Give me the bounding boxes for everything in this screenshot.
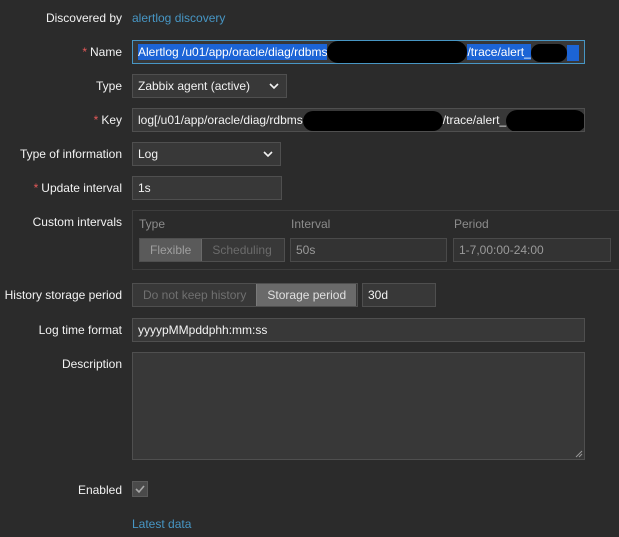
history-storage-label: History storage period bbox=[4, 288, 122, 302]
type-select[interactable]: Zabbix agent (active) bbox=[132, 74, 287, 98]
type-label: Type bbox=[95, 79, 122, 93]
redaction-mark bbox=[302, 110, 443, 131]
type-select-value: Zabbix agent (active) bbox=[138, 79, 251, 93]
update-interval-label-text: Update interval bbox=[41, 181, 122, 195]
type-of-information-value: Log bbox=[138, 147, 159, 161]
log-time-format-input[interactable]: yyyypMMpddphh:mm:ss bbox=[132, 318, 585, 342]
name-selection-tail bbox=[566, 44, 579, 61]
chevron-down-icon bbox=[263, 151, 273, 158]
ci-type-flexible[interactable]: Flexible bbox=[140, 239, 203, 261]
ci-period-input[interactable]: 1-7,00:00-24:00 bbox=[453, 238, 611, 262]
ci-header-type: Type bbox=[139, 217, 166, 231]
name-input[interactable]: Alertlog /u01/app/oracle/diag/rdbms/trac… bbox=[132, 40, 585, 64]
name-value-middle: /trace/alert_ bbox=[467, 44, 531, 60]
log-time-format-label: Log time format bbox=[38, 323, 122, 337]
ci-type-scheduling[interactable]: Scheduling bbox=[202, 239, 281, 261]
key-input[interactable]: log[/u01/app/oracle/diag/rdbms/trace/ale… bbox=[132, 108, 585, 132]
description-textarea[interactable] bbox=[132, 352, 585, 460]
enabled-label: Enabled bbox=[77, 483, 122, 497]
key-label: * Key bbox=[94, 113, 122, 127]
custom-intervals-label: Custom intervals bbox=[32, 215, 122, 229]
key-value-prefix: log[/u01/app/oracle/diag/rdbms bbox=[138, 113, 303, 127]
checkmark-icon bbox=[135, 485, 145, 494]
history-do-not-keep[interactable]: Do not keep history bbox=[133, 284, 256, 306]
key-label-text: Key bbox=[101, 113, 122, 127]
ci-header-interval: Interval bbox=[291, 217, 331, 231]
key-value-middle: /trace/alert_ bbox=[442, 113, 507, 127]
redaction-mark bbox=[506, 109, 584, 131]
discovered-by-link[interactable]: alertlog discovery bbox=[132, 11, 225, 25]
latest-data-link[interactable]: Latest data bbox=[132, 517, 191, 531]
ci-header-period: Period bbox=[454, 217, 489, 231]
update-interval-input[interactable]: 1s bbox=[132, 176, 282, 200]
history-storage-input[interactable]: 30d bbox=[362, 283, 436, 307]
resize-grip-icon[interactable] bbox=[575, 450, 583, 458]
type-of-information-select[interactable]: Log bbox=[132, 142, 281, 166]
description-label: Description bbox=[61, 357, 122, 371]
ci-type-toggle[interactable]: Flexible Scheduling bbox=[139, 238, 285, 262]
enabled-checkbox[interactable] bbox=[132, 481, 148, 497]
redaction-mark bbox=[327, 41, 468, 63]
required-marker: * bbox=[33, 181, 39, 195]
redaction-mark bbox=[530, 43, 567, 62]
name-label: * Name bbox=[82, 45, 122, 59]
type-of-information-label: Type of information bbox=[19, 147, 122, 161]
name-label-text: Name bbox=[89, 45, 122, 59]
update-interval-label: * Update interval bbox=[34, 181, 122, 195]
history-storage-toggle[interactable]: Do not keep history Storage period bbox=[132, 283, 358, 307]
history-storage-period[interactable]: Storage period bbox=[256, 284, 357, 306]
ci-interval-input[interactable]: 50s bbox=[290, 238, 447, 262]
name-value-prefix: Alertlog /u01/app/oracle/diag/rdbms bbox=[138, 44, 328, 60]
chevron-down-icon bbox=[269, 83, 279, 90]
discovered-by-label: Discovered by bbox=[45, 11, 122, 25]
required-marker: * bbox=[93, 113, 99, 127]
required-marker: * bbox=[82, 45, 87, 59]
